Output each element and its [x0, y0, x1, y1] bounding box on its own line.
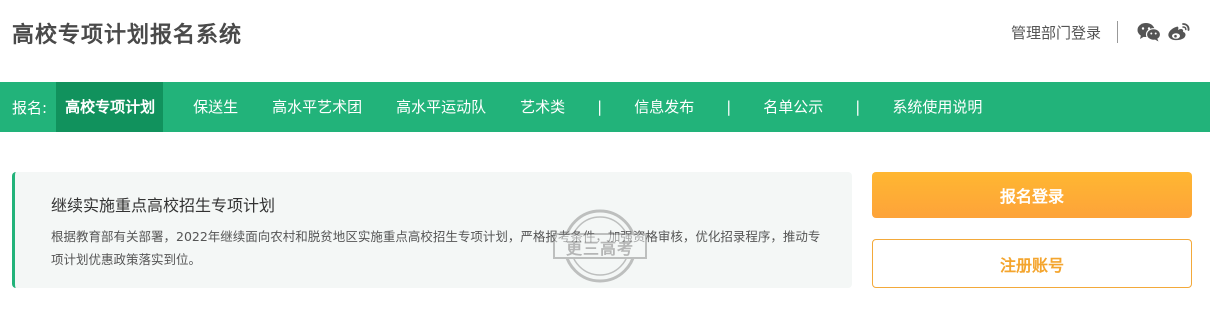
nav-item-user-guide[interactable]: 系统使用说明 [881, 82, 993, 132]
nav-separator: | [597, 98, 603, 116]
nav-separator: | [855, 98, 861, 116]
nav-item-news[interactable]: 信息发布 [623, 82, 705, 132]
nav-item-list-notice[interactable]: 名单公示 [752, 82, 834, 132]
weibo-icon[interactable] [1166, 20, 1192, 44]
page-header: 高校专项计划报名系统 管理部门登录 [0, 0, 1210, 82]
main-nav: 报名: 高校专项计划 保送生 高水平艺术团 高水平运动队 艺术类 | 信息发布 … [0, 82, 1210, 132]
register-account-button[interactable]: 注册账号 [872, 239, 1192, 288]
site-title: 高校专项计划报名系统 [12, 23, 243, 48]
nav-item-art-troupe[interactable]: 高水平艺术团 [261, 82, 373, 132]
nav-item-baosongsheng[interactable]: 保送生 [182, 82, 249, 132]
header-actions: 管理部门登录 [1011, 20, 1192, 44]
wechat-icon[interactable] [1136, 20, 1162, 44]
nav-item-gaoxiao-zhuanxiang[interactable]: 高校专项计划 [56, 82, 164, 132]
nav-item-sports-team[interactable]: 高水平运动队 [385, 82, 497, 132]
signup-login-button[interactable]: 报名登录 [872, 172, 1192, 218]
header-divider [1117, 21, 1118, 43]
nav-separator: | [726, 98, 732, 116]
nav-prefix-label: 报名: [12, 98, 48, 117]
card-body: 根据教育部有关部署，2022年继续面向农村和脱贫地区实施重点高校招生专项计划，严… [51, 229, 821, 267]
admin-login-link[interactable]: 管理部门登录 [1011, 22, 1101, 43]
nav-item-arts[interactable]: 艺术类 [509, 82, 576, 132]
card-title: 继续实施重点高校招生专项计划 [51, 196, 276, 215]
info-card: 继续实施重点高校招生专项计划 根据教育部有关部署，2022年继续面向农村和脱贫地… [12, 172, 852, 288]
